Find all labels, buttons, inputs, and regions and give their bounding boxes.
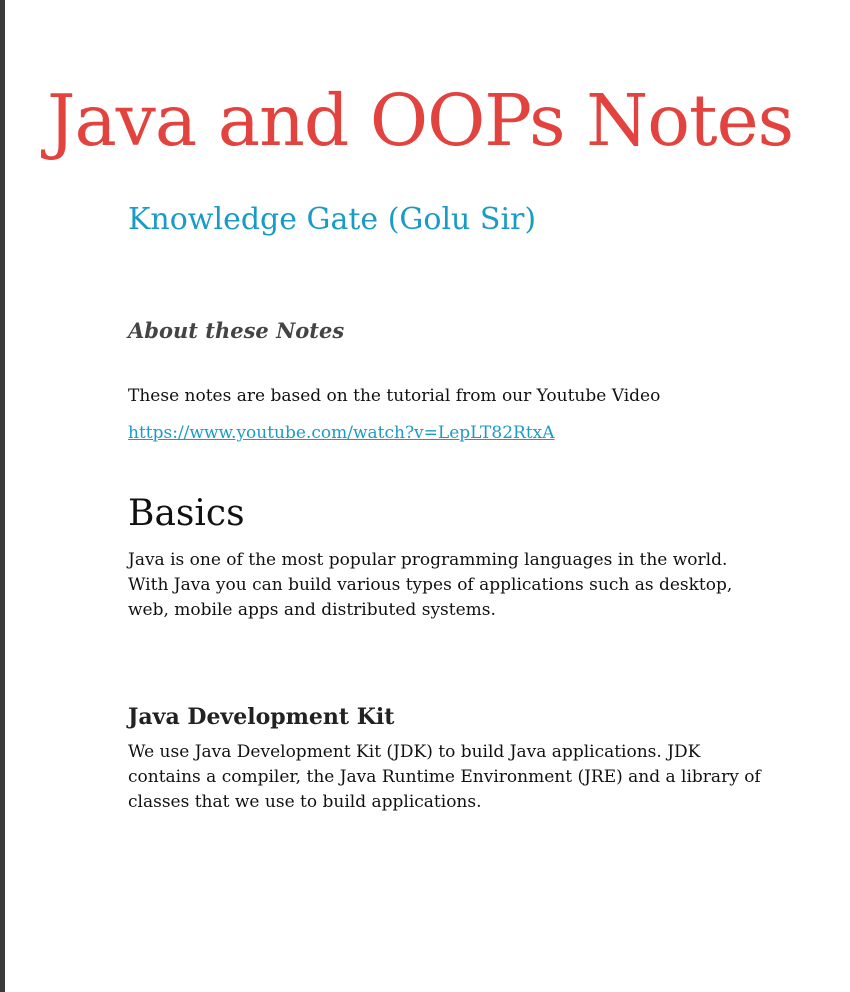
page-subtitle: Knowledge Gate (Golu Sir): [128, 202, 537, 237]
basics-paragraph: Java is one of the most popular programm…: [128, 550, 733, 620]
basics-heading: Basics: [128, 493, 245, 534]
page-title: Java and OOPs Notes: [47, 79, 794, 162]
about-text: These notes are based on the tutorial fr…: [128, 386, 661, 406]
jdk-heading: Java Development Kit: [128, 704, 395, 730]
youtube-link[interactable]: https://www.youtube.com/watch?v=LepLT82R…: [128, 421, 555, 446]
jdk-paragraph: We use Java Development Kit (JDK) to bui…: [128, 742, 761, 812]
about-heading: About these Notes: [128, 318, 345, 343]
document-page: Java and OOPs Notes Knowledge Gate (Golu…: [5, 0, 850, 992]
